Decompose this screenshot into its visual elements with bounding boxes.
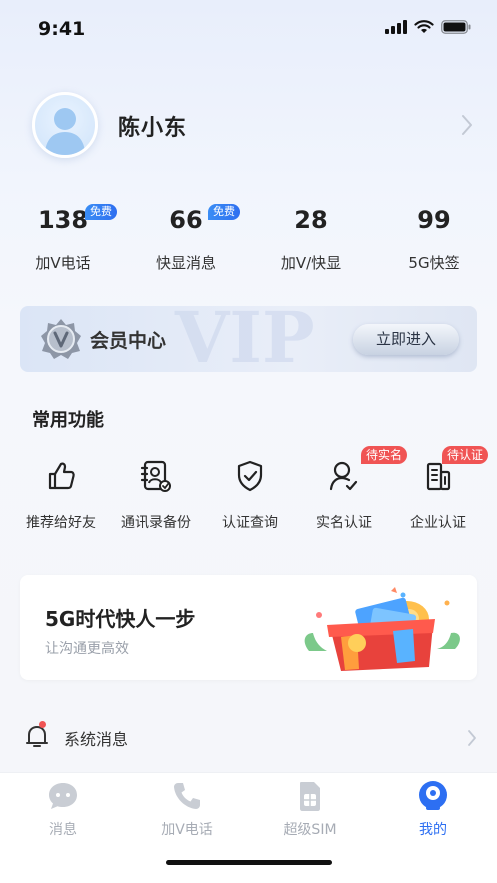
function-recommend-friend[interactable]: 推荐给好友 <box>11 450 111 532</box>
phone-icon <box>174 783 200 809</box>
free-badge: 免费 <box>208 204 240 220</box>
status-time: 9:41 <box>38 18 86 40</box>
function-auth-query[interactable]: 认证查询 <box>200 450 300 532</box>
stat-label: 快显消息 <box>155 254 216 272</box>
tab-super-sim[interactable]: 超级SIM <box>260 779 360 839</box>
vip-card[interactable]: VIP 会员中心 立即进入 <box>20 306 477 372</box>
vip-enter-button[interactable]: 立即进入 <box>353 324 459 355</box>
promo-banner[interactable]: 5G时代快人一步 让沟通更高效 <box>20 575 477 680</box>
tab-label: 我的 <box>419 822 447 838</box>
message-icon <box>49 783 77 809</box>
gift-box-illustration <box>304 587 460 671</box>
bell-icon <box>26 726 48 747</box>
profile-icon <box>419 781 447 810</box>
vip-title: 会员中心 <box>90 330 167 352</box>
stat-item-v-flash[interactable]: 28 加V/快显 <box>256 200 366 273</box>
status-bar: 9:41 <box>0 0 497 60</box>
profile-header[interactable]: 陈小东 <box>30 92 480 160</box>
home-indicator <box>166 860 332 865</box>
battery-icon <box>441 20 471 34</box>
stat-value: 28 <box>294 206 328 234</box>
tab-bar: 消息 加V电话 超级SIM 我的 <box>0 772 497 883</box>
function-contact-backup[interactable]: 通讯录备份 <box>106 450 206 532</box>
stats-row: 138 加V电话 免费 66 快显消息 免费 28 加V/快显 99 5G快签 <box>0 200 497 280</box>
tab-label: 消息 <box>49 822 77 838</box>
stat-label: 加V电话 <box>35 254 91 272</box>
tab-label: 超级SIM <box>283 822 337 838</box>
unread-dot <box>39 721 46 728</box>
tab-messages[interactable]: 消息 <box>13 779 113 839</box>
function-realname-auth[interactable]: 实名认证 待实名 <box>294 446 408 532</box>
stat-item-5g-sign[interactable]: 99 5G快签 <box>379 200 489 273</box>
promo-title: 5G时代快人一步 <box>45 607 196 631</box>
tab-label: 加V电话 <box>161 822 213 838</box>
pending-enterprise-badge: 待认证 <box>442 446 489 464</box>
cellular-signal-icon <box>385 20 407 34</box>
default-avatar-icon <box>45 108 85 155</box>
avatar[interactable] <box>32 92 98 158</box>
section-title-common-functions: 常用功能 <box>32 410 104 431</box>
status-icons <box>385 20 471 34</box>
sim-card-icon <box>300 782 320 811</box>
stat-label: 加V/快显 <box>280 254 342 272</box>
function-label: 通讯录备份 <box>121 515 191 531</box>
system-message-row[interactable]: 系统消息 <box>0 712 497 766</box>
chevron-right-icon[interactable] <box>460 114 474 136</box>
function-label: 实名认证 <box>316 515 372 531</box>
tab-mine[interactable]: 我的 <box>383 779 483 839</box>
wifi-icon <box>414 20 434 33</box>
stat-value: 99 <box>417 206 451 234</box>
stat-item-vcall[interactable]: 138 加V电话 免费 <box>8 200 118 273</box>
function-label: 推荐给好友 <box>26 515 96 531</box>
vip-watermark: VIP <box>175 306 315 372</box>
stat-item-flash-message[interactable]: 66 快显消息 免费 <box>131 200 241 273</box>
free-badge: 免费 <box>85 204 117 220</box>
vip-medal-icon <box>41 319 81 359</box>
contact-backup-icon <box>140 460 171 492</box>
function-label: 认证查询 <box>222 515 278 531</box>
user-check-icon <box>329 461 358 491</box>
tab-vcall[interactable]: 加V电话 <box>137 779 237 839</box>
shield-check-icon <box>237 460 263 492</box>
function-enterprise-auth[interactable]: 企业认证 待认证 <box>388 446 489 532</box>
thumbs-up-icon <box>48 462 75 490</box>
chevron-right-icon <box>468 730 476 746</box>
promo-subtitle: 让沟通更高效 <box>45 641 129 657</box>
common-functions-grid: 推荐给好友 通讯录备份 认证查询 实名认证 待实名 企业认证 待认证 <box>0 446 497 540</box>
stat-label: 5G快签 <box>408 254 460 272</box>
system-message-label: 系统消息 <box>64 730 129 749</box>
function-label: 企业认证 <box>410 515 466 531</box>
profile-name: 陈小东 <box>118 116 188 141</box>
